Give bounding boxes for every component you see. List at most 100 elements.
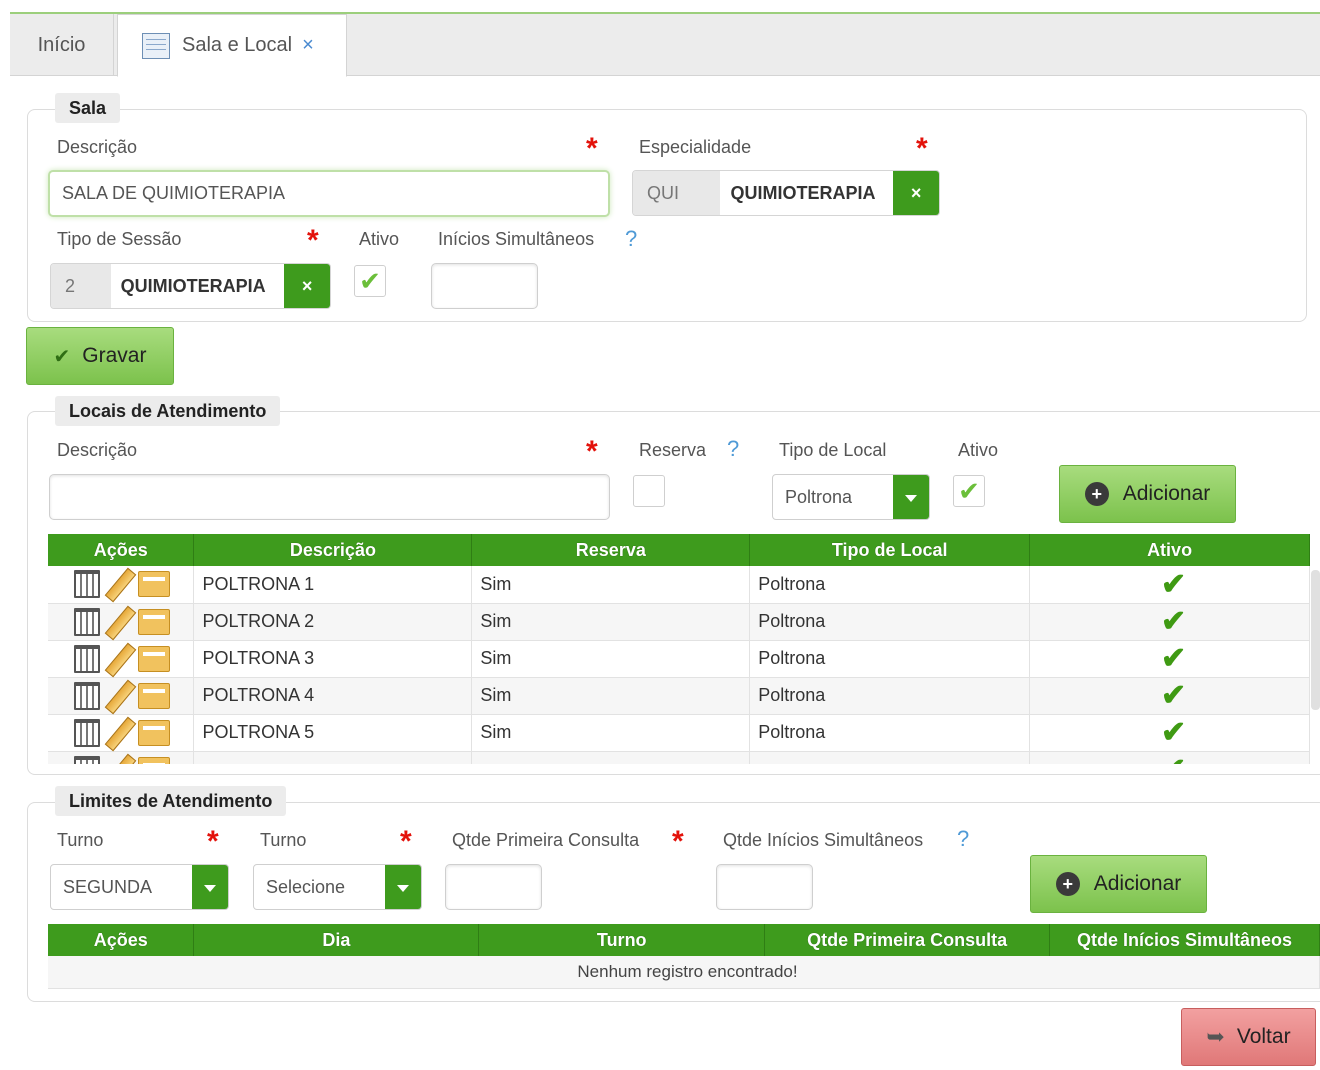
qtde-primeira-input[interactable] bbox=[445, 864, 542, 910]
required-marker: * bbox=[207, 825, 219, 858]
col-descricao[interactable]: Descrição bbox=[193, 534, 473, 566]
ativo-label: Ativo bbox=[359, 229, 400, 249]
locais-adicionar-button[interactable]: + Adicionar bbox=[1059, 465, 1236, 523]
trash-icon[interactable] bbox=[74, 644, 100, 673]
turno-label: Turno bbox=[260, 830, 307, 850]
tipo-sessao-code[interactable]: 2 bbox=[51, 264, 111, 308]
folder-icon[interactable] bbox=[138, 719, 170, 746]
inicios-simultaneos-label: Inícios Simultâneos bbox=[438, 229, 595, 249]
gravar-button[interactable]: ✔ Gravar bbox=[26, 327, 174, 385]
col-turno[interactable]: Turno bbox=[478, 924, 766, 956]
cell-tipo: Poltrona bbox=[749, 603, 1031, 641]
trash-icon[interactable] bbox=[74, 755, 100, 764]
trash-icon[interactable] bbox=[74, 718, 100, 747]
tab-bar: Início Sala e Local × bbox=[10, 14, 1320, 77]
folder-icon[interactable] bbox=[138, 645, 170, 672]
check-icon: ✔ bbox=[1029, 603, 1310, 641]
folder-icon[interactable] bbox=[138, 682, 170, 709]
turno-dia-value: SEGUNDA bbox=[63, 876, 153, 897]
clear-especialidade-button[interactable]: × bbox=[893, 171, 939, 215]
col-tipo-local[interactable]: Tipo de Local bbox=[749, 534, 1031, 566]
chevron-down-icon bbox=[385, 865, 421, 909]
cell-descricao: POLTRONA 2 bbox=[193, 603, 473, 641]
col-ativo[interactable]: Ativo bbox=[1029, 534, 1310, 566]
turno-select[interactable]: Selecione bbox=[253, 864, 422, 910]
tipo-sessao-label: Tipo de Sessão bbox=[57, 229, 182, 249]
sala-descricao-input[interactable]: SALA DE QUIMIOTERAPIA bbox=[48, 170, 610, 217]
table-row: POLTRONA 1 Sim Poltrona ✔ bbox=[48, 566, 1310, 604]
locais-legend: Locais de Atendimento bbox=[55, 396, 281, 426]
col-qtde-inicios[interactable]: Qtde Inícios Simultâneos bbox=[1049, 924, 1320, 956]
tipo-sessao-lookup[interactable]: 2 QUIMIOTERAPIA × bbox=[50, 263, 331, 309]
col-qtde-primeira[interactable]: Qtde Primeira Consulta bbox=[764, 924, 1051, 956]
col-dia[interactable]: Dia bbox=[193, 924, 480, 956]
chevron-down-icon bbox=[192, 865, 228, 909]
table-icon bbox=[142, 32, 170, 59]
col-acoes[interactable]: Ações bbox=[48, 534, 195, 566]
voltar-button[interactable]: ➥ Voltar bbox=[1181, 1008, 1316, 1066]
especialidade-code[interactable]: QUI bbox=[633, 171, 721, 215]
especialidade-lookup[interactable]: QUI QUIMIOTERAPIA × bbox=[632, 170, 940, 216]
sala-ativo-checkbox[interactable]: ✔ bbox=[354, 265, 386, 297]
empty-message: Nenhum registro encontrado! bbox=[48, 956, 1320, 989]
pencil-icon[interactable] bbox=[103, 607, 135, 637]
check-icon: ✔ bbox=[53, 345, 71, 368]
voltar-label: Voltar bbox=[1236, 1025, 1291, 1048]
locais-descricao-input[interactable] bbox=[49, 474, 610, 520]
cell-tipo: Poltrona bbox=[749, 566, 1031, 604]
cell-descricao: POLTRONA 5 bbox=[193, 714, 473, 752]
pencil-icon[interactable] bbox=[103, 718, 135, 748]
col-acoes[interactable]: Ações bbox=[48, 924, 195, 956]
check-icon: ✔ bbox=[1029, 566, 1310, 604]
locais-table-viewport: Ações Descrição Reserva Tipo de Local At… bbox=[48, 534, 1310, 764]
plus-circle-icon: + bbox=[1084, 482, 1109, 506]
folder-icon[interactable] bbox=[138, 571, 170, 598]
pencil-icon[interactable] bbox=[103, 644, 135, 674]
locais-descricao-label: Descrição bbox=[57, 440, 138, 460]
tab-inicio[interactable]: Início bbox=[10, 14, 114, 76]
limites-adicionar-button[interactable]: + Adicionar bbox=[1030, 855, 1207, 913]
folder-icon[interactable] bbox=[138, 608, 170, 635]
clear-tipo-sessao-button[interactable]: × bbox=[284, 264, 330, 308]
check-icon: ✔ bbox=[1029, 751, 1310, 764]
table-scrollbar[interactable] bbox=[1311, 570, 1320, 710]
adicionar-label: Adicionar bbox=[1122, 482, 1211, 505]
qtde-inicios-input[interactable] bbox=[716, 864, 813, 910]
cell-reserva: Sim bbox=[471, 603, 751, 641]
pencil-icon[interactable] bbox=[103, 681, 135, 711]
limites-legend: Limites de Atendimento bbox=[55, 786, 287, 816]
trash-icon[interactable] bbox=[74, 570, 100, 599]
required-marker: * bbox=[586, 435, 598, 468]
tab-sala-e-local[interactable]: Sala e Local × bbox=[117, 14, 347, 77]
locais-ativo-checkbox[interactable]: ✔ bbox=[953, 475, 985, 507]
col-reserva[interactable]: Reserva bbox=[471, 534, 751, 566]
trash-icon[interactable] bbox=[74, 607, 100, 636]
reserva-label: Reserva bbox=[639, 440, 707, 460]
close-icon[interactable]: × bbox=[302, 34, 314, 57]
help-icon[interactable]: ? bbox=[957, 826, 969, 852]
tipo-local-select[interactable]: Poltrona bbox=[772, 474, 930, 520]
qtde-primeira-label: Qtde Primeira Consulta bbox=[452, 830, 640, 850]
folder-icon[interactable] bbox=[138, 756, 170, 764]
cell-reserva: Sim bbox=[471, 714, 751, 752]
required-marker: * bbox=[400, 825, 412, 858]
pencil-icon[interactable] bbox=[103, 755, 135, 765]
table-row: POLTRONA 4 Sim Poltrona ✔ bbox=[48, 677, 1310, 715]
reserva-checkbox[interactable] bbox=[633, 475, 665, 507]
cell-reserva: Sim bbox=[471, 640, 751, 678]
adicionar-label: Adicionar bbox=[1093, 872, 1182, 895]
turno-dia-select[interactable]: SEGUNDA bbox=[50, 864, 229, 910]
required-marker: * bbox=[916, 132, 928, 165]
help-icon[interactable]: ? bbox=[727, 436, 739, 462]
inicios-simultaneos-input[interactable] bbox=[431, 263, 538, 309]
required-marker: * bbox=[586, 132, 598, 165]
help-icon[interactable]: ? bbox=[625, 226, 637, 252]
plus-circle-icon: + bbox=[1055, 872, 1080, 896]
cell-reserva: Sim bbox=[471, 677, 751, 715]
sala-legend: Sala bbox=[55, 93, 121, 123]
trash-icon[interactable] bbox=[74, 681, 100, 710]
pencil-icon[interactable] bbox=[103, 569, 135, 599]
check-icon: ✔ bbox=[1029, 677, 1310, 715]
cell-tipo: Poltrona bbox=[749, 714, 1031, 752]
locais-ativo-label: Ativo bbox=[958, 440, 999, 460]
